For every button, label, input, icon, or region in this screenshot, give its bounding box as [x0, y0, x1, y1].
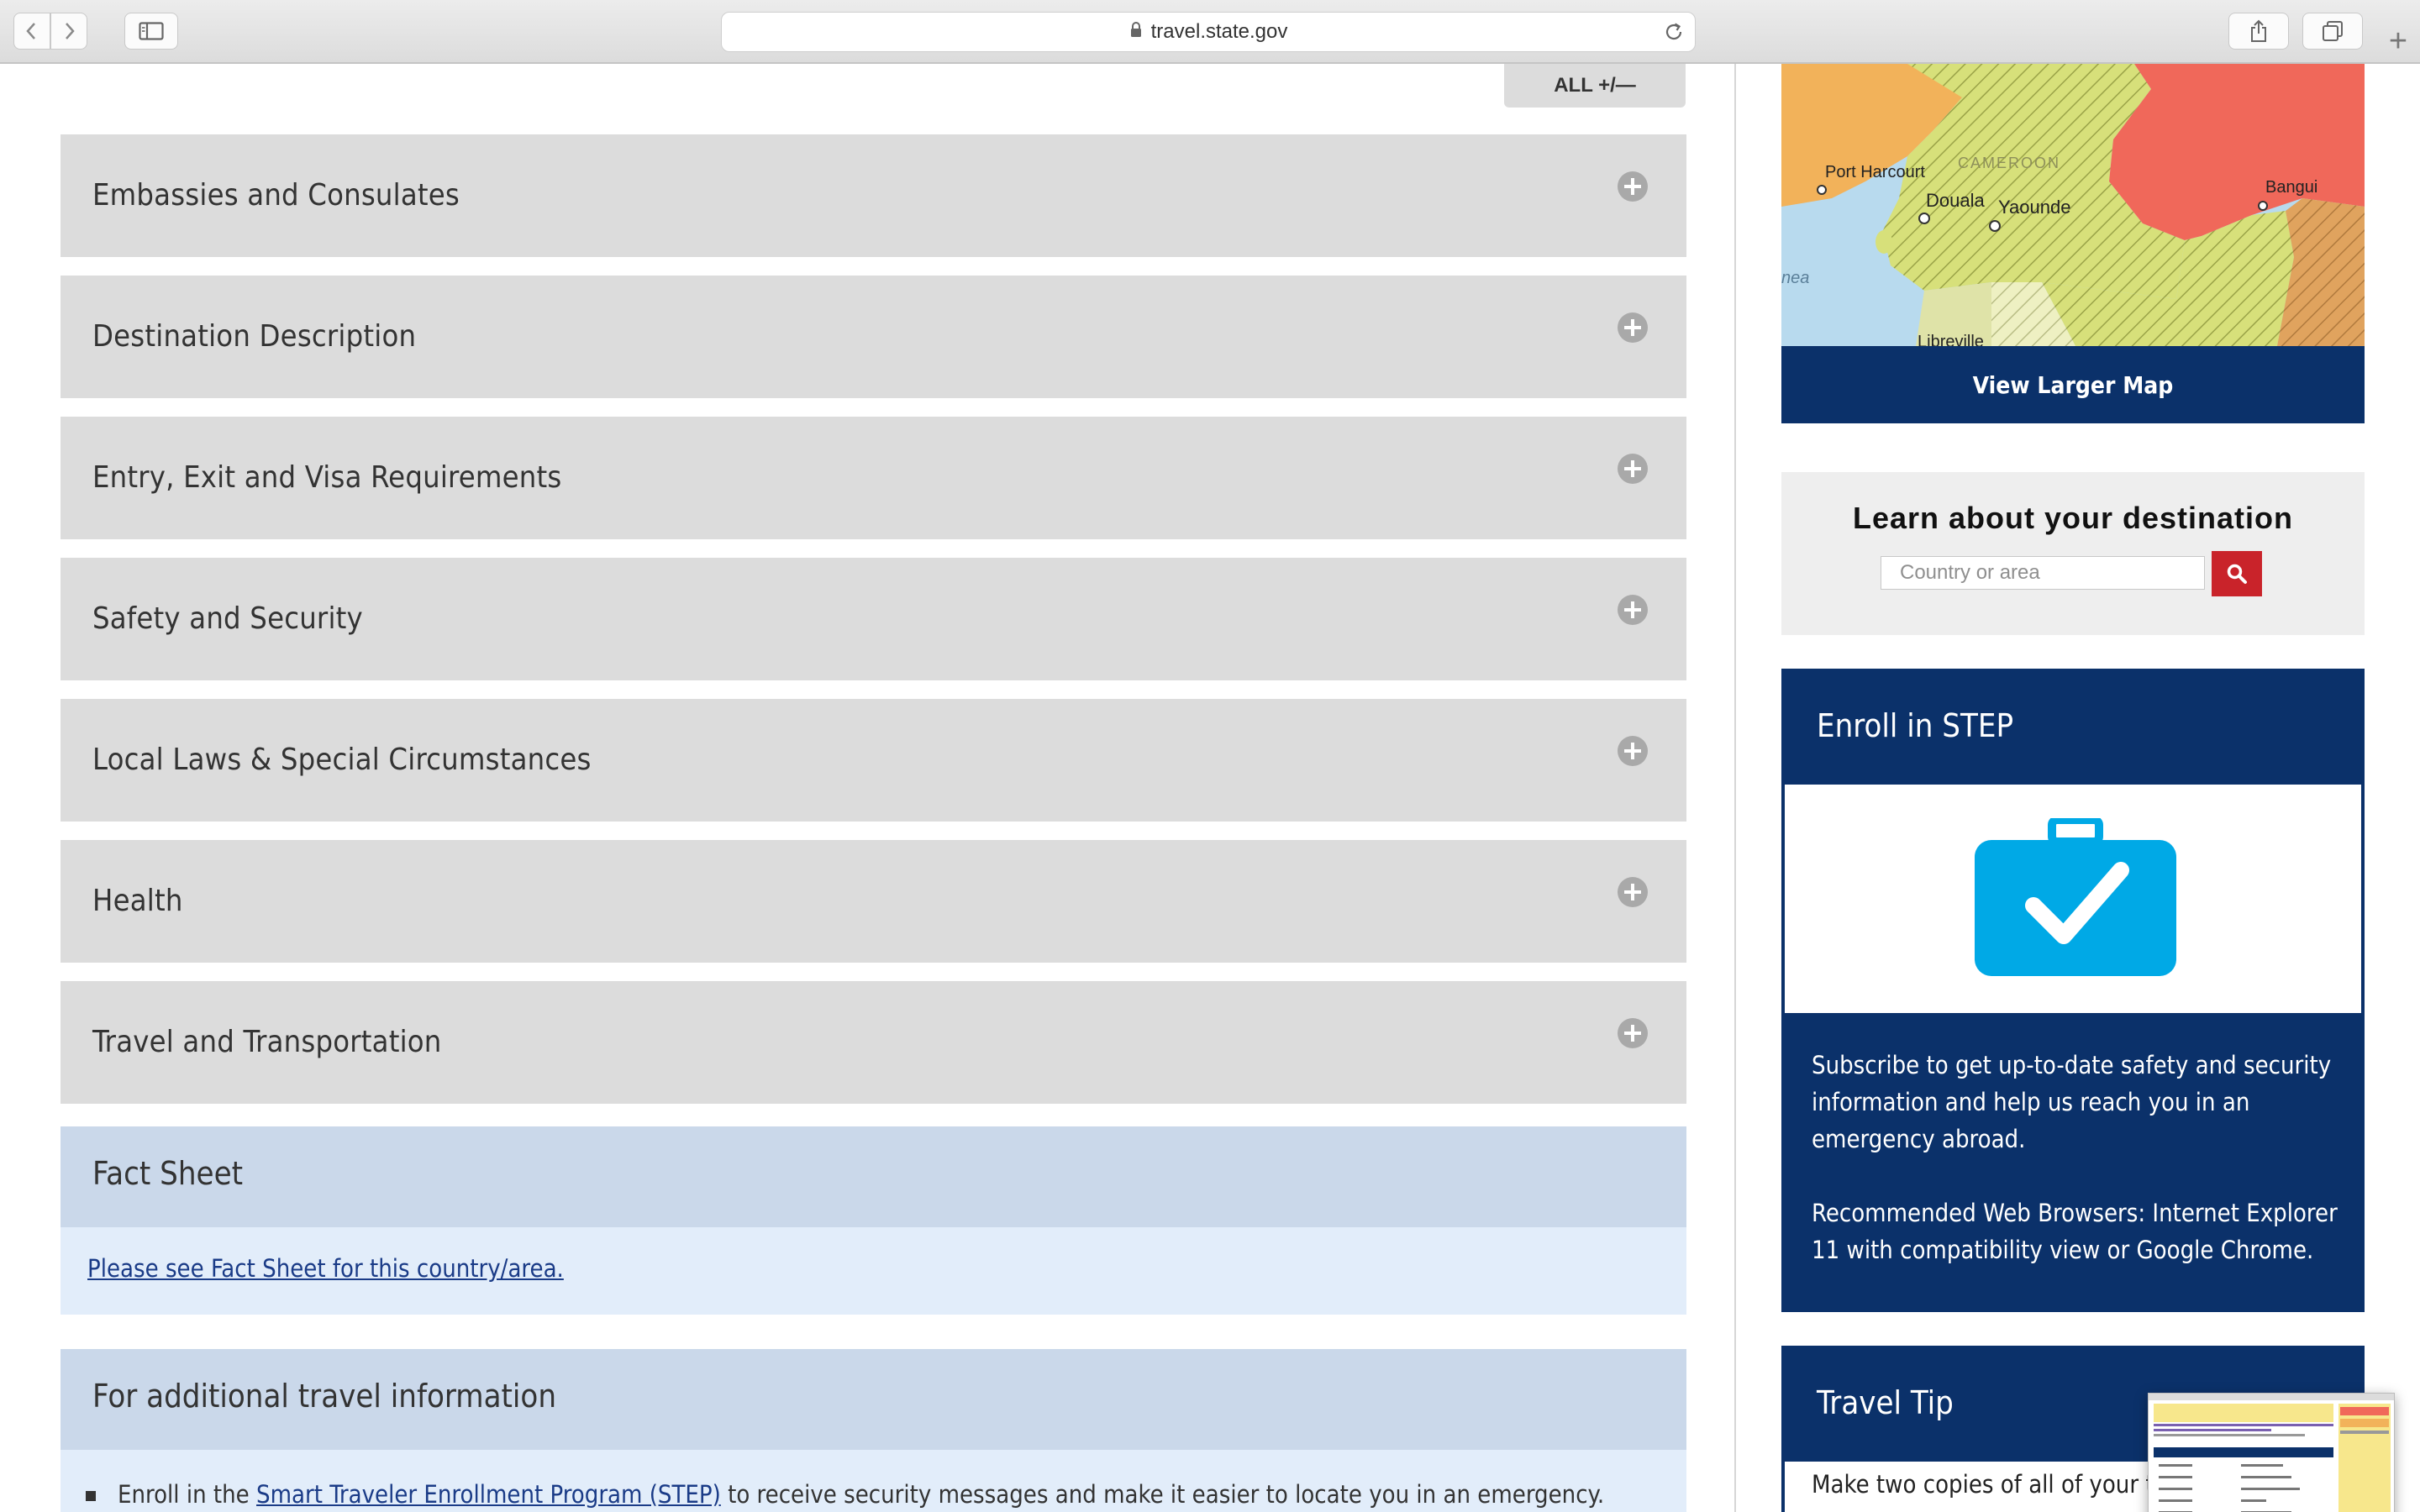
additional-info-body: Enroll in the Smart Traveler Enrollment …	[60, 1450, 1686, 1512]
destination-search-panel: Learn about your destination	[1781, 472, 2365, 635]
fact-sheet-body: Please see Fact Sheet for this country/a…	[60, 1227, 1686, 1315]
accordion-title: Health	[92, 884, 183, 918]
fact-sheet-link[interactable]: Please see Fact Sheet for this country/a…	[87, 1254, 564, 1283]
thumbnail-preview	[2149, 1394, 2394, 1512]
plus-circle-icon[interactable]	[1618, 171, 1648, 202]
briefcase-check-icon	[1975, 818, 2176, 976]
travel-advisory-map[interactable]: Port Harcourt CAMEROON Douala Yaounde Ba…	[1781, 64, 2365, 346]
tabs-icon	[2323, 21, 2343, 41]
screenshot-thumbnail[interactable]	[2148, 1393, 2395, 1512]
expand-all-toggle[interactable]: ALL +/—	[1504, 64, 1686, 108]
accordion-destination[interactable]: Destination Description	[60, 276, 1686, 398]
back-button[interactable]	[13, 13, 50, 50]
map-label: Douala	[1926, 190, 1985, 211]
map-label: Yaounde	[1998, 197, 2071, 218]
step-link[interactable]: Smart Traveler Enrollment Program (STEP)	[256, 1480, 721, 1509]
accordion-title: Safety and Security	[92, 601, 363, 636]
map-label: nea	[1781, 269, 1810, 287]
chevron-left-icon	[26, 23, 35, 39]
map-label: Libreville	[1918, 333, 1984, 346]
tabs-overview-button[interactable]	[2302, 13, 2363, 50]
accordion-title: Entry, Exit and Visa Requirements	[92, 460, 562, 495]
plus-circle-icon[interactable]	[1618, 1018, 1648, 1048]
share-button[interactable]	[2228, 13, 2289, 50]
accordion-safety[interactable]: Safety and Security	[60, 558, 1686, 680]
new-tab-button[interactable]: +	[2380, 20, 2417, 62]
search-button[interactable]	[2212, 551, 2262, 596]
accordion-local-laws[interactable]: Local Laws & Special Circumstances	[60, 699, 1686, 822]
address-bar[interactable]: travel.state.gov	[721, 12, 1696, 52]
additional-info-header: For additional travel information	[60, 1349, 1686, 1450]
url-text: travel.state.gov	[1150, 20, 1288, 43]
enroll-step-panel[interactable]: Enroll in STEP Subscribe to get up-to-da…	[1781, 669, 2365, 1312]
enroll-step-title: Enroll in STEP	[1817, 707, 2014, 744]
additional-info-title: For additional travel information	[92, 1378, 557, 1415]
country-search-input[interactable]	[1881, 556, 2205, 590]
sidebar-icon	[139, 22, 164, 40]
column-divider	[1734, 64, 1736, 1512]
step-image[interactable]	[1785, 785, 2361, 1013]
bullet-icon	[86, 1491, 96, 1501]
browser-toolbar: travel.state.gov +	[0, 0, 2420, 64]
plus-circle-icon[interactable]	[1618, 877, 1648, 907]
accordion-travel-transport[interactable]: Travel and Transportation	[60, 981, 1686, 1104]
plus-circle-icon[interactable]	[1618, 736, 1648, 766]
travel-tip-title: Travel Tip	[1817, 1384, 1954, 1421]
accordion-embassies[interactable]: Embassies and Consulates	[60, 134, 1686, 257]
accordion-title: Destination Description	[92, 319, 417, 354]
lock-icon	[1129, 20, 1143, 44]
map-label: CAMEROON	[1958, 155, 2061, 171]
search-icon	[2227, 564, 2247, 584]
fact-sheet-title: Fact Sheet	[92, 1155, 244, 1192]
accordion-health[interactable]: Health	[60, 840, 1686, 963]
share-icon	[2251, 19, 2266, 42]
plus-circle-icon[interactable]	[1618, 312, 1648, 343]
map-label: Port Harcourt	[1825, 163, 1925, 181]
chevron-right-icon	[66, 23, 75, 39]
accordion-title: Local Laws & Special Circumstances	[92, 743, 592, 777]
accordion-title: Embassies and Consulates	[92, 178, 460, 213]
accordion-entry-exit[interactable]: Entry, Exit and Visa Requirements	[60, 417, 1686, 539]
map-label: Bangui	[2265, 178, 2318, 197]
destination-search-title: Learn about your destination	[1852, 501, 2294, 535]
map-graphic	[1781, 64, 2365, 346]
reload-icon[interactable]	[1663, 21, 1685, 49]
step-browsers-note: Recommended Web Browsers: Internet Explo…	[1812, 1199, 2338, 1264]
plus-circle-icon[interactable]	[1618, 595, 1648, 625]
forward-button[interactable]	[50, 13, 87, 50]
plus-circle-icon[interactable]	[1618, 454, 1648, 484]
list-item: Enroll in the Smart Traveler Enrollment …	[86, 1480, 1604, 1509]
sidebar-toggle-button[interactable]	[124, 13, 178, 50]
accordion-title: Travel and Transportation	[92, 1025, 442, 1059]
step-description: Subscribe to get up-to-date safety and s…	[1812, 1051, 2332, 1153]
view-larger-map-button[interactable]: View Larger Map	[1781, 346, 2365, 423]
fact-sheet-header: Fact Sheet	[60, 1126, 1686, 1227]
page-content: ALL +/— Embassies and Consulates Destina…	[0, 64, 2420, 1512]
